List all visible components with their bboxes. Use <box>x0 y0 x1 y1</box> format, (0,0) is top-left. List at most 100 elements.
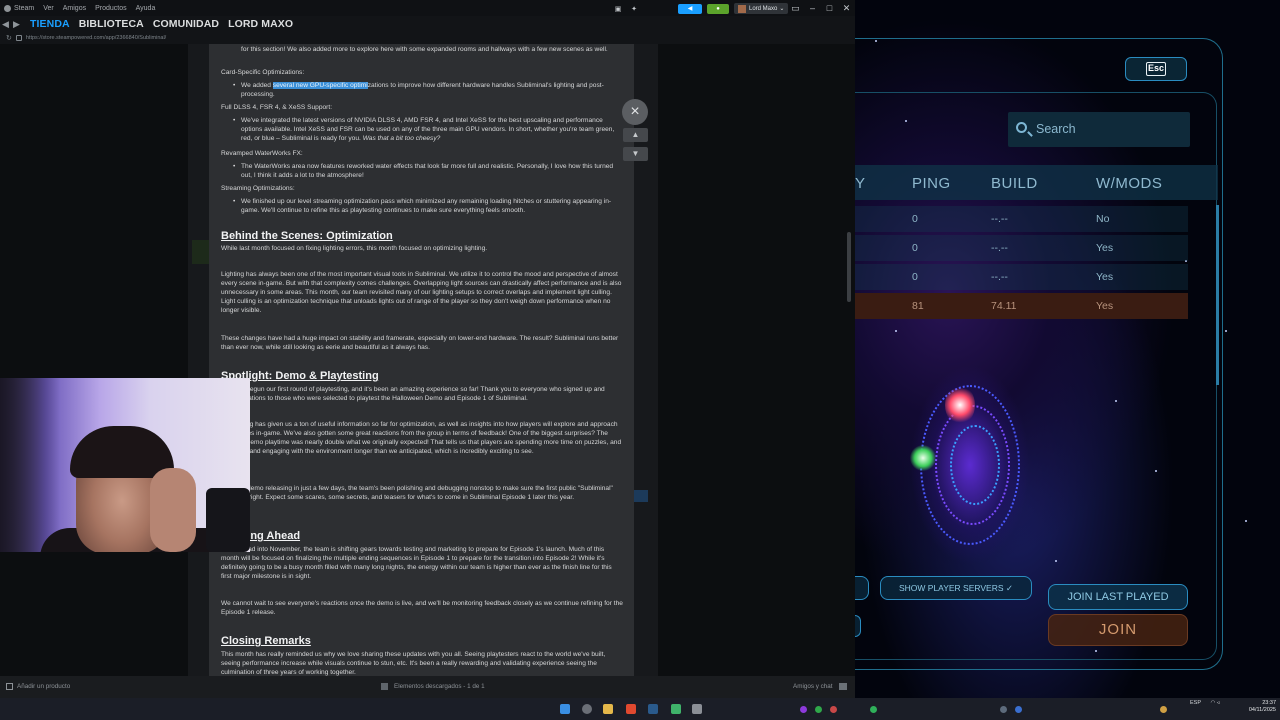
downloads-label: Elementos descargados - 1 de 1 <box>394 683 485 690</box>
forward-arrow-icon[interactable]: ▶ <box>11 19 22 30</box>
checkmark-icon: ✓ <box>1005 583 1014 593</box>
window-controls: ▭ – □ ✕ <box>787 0 855 16</box>
explorer-icon[interactable] <box>603 704 613 714</box>
menu-help[interactable]: Ayuda <box>136 5 156 12</box>
column-header-build[interactable]: BUILD <box>991 175 1038 192</box>
table-row[interactable]: 0 --.-- No <box>855 206 1188 232</box>
previous-article-button[interactable]: ▲ <box>623 128 648 142</box>
webcam-microphone <box>206 488 250 552</box>
tray-app-icon[interactable] <box>1160 706 1167 713</box>
app-taskbar-icon[interactable] <box>692 704 702 714</box>
heading-behind-scenes: Behind the Scenes: Optimization <box>221 230 393 242</box>
menu-friends[interactable]: Amigos <box>63 5 86 12</box>
webcam-person-hand <box>150 468 196 552</box>
volume-icon[interactable]: ◃ <box>1217 700 1220 706</box>
big-picture-icon[interactable]: ✦ <box>630 4 638 14</box>
steam-taskbar-icon[interactable] <box>648 704 658 714</box>
article-paragraph: These changes have had a huge impact on … <box>221 335 619 351</box>
tab-store[interactable]: TIENDA <box>30 18 70 30</box>
minimize-icon[interactable]: – <box>804 3 821 13</box>
back-arrow-icon[interactable]: ◀ <box>0 19 11 30</box>
tray-app-icon[interactable] <box>1000 706 1007 713</box>
monitor-icon[interactable]: ▭ <box>787 3 804 14</box>
table-row[interactable]: 0 --.-- Yes <box>855 235 1188 261</box>
steam-logo-icon <box>4 4 11 12</box>
menu-steam[interactable]: Steam <box>14 5 34 12</box>
section-label-streaming: Streaming Optimizations: <box>221 185 295 192</box>
next-article-button[interactable]: ▼ <box>623 147 648 161</box>
announce-icon[interactable]: ◀ <box>678 3 702 14</box>
keyboard-language[interactable]: ESP ◠ ◃ <box>1190 700 1220 706</box>
column-header-ping[interactable]: PING <box>912 175 951 192</box>
table-row[interactable]: 0 --.-- Yes <box>855 264 1188 290</box>
row-ping: 81 <box>912 300 924 312</box>
menu-view[interactable]: Ver <box>43 5 54 12</box>
friends-chat-button[interactable]: Amigos y chat <box>793 683 847 690</box>
wifi-icon[interactable]: ◠ <box>1210 700 1215 706</box>
close-icon[interactable]: × <box>622 99 648 125</box>
tray-app-icon[interactable] <box>1015 706 1022 713</box>
article-paragraph: Playtesting has given us a ton of useful… <box>221 421 622 455</box>
maximize-icon[interactable]: □ <box>821 3 838 13</box>
italic-aside: Was that a bit too cheesy? <box>362 134 441 142</box>
account-menu[interactable]: Lord Maxo ⌄ <box>734 3 789 14</box>
column-header-partial[interactable]: Y <box>855 175 866 192</box>
app-taskbar-icon[interactable] <box>671 704 681 714</box>
server-search-input[interactable]: Search <box>1008 112 1190 147</box>
list-item-prefix: We added <box>241 82 273 89</box>
system-clock[interactable]: 23:37 04/11/2025 <box>1240 700 1276 714</box>
column-header-mods[interactable]: W/MODS <box>1096 175 1162 192</box>
article-paragraph: With the demo releasing in just a few da… <box>221 485 613 501</box>
esc-button[interactable]: Esc <box>1125 57 1187 81</box>
tab-community[interactable]: COMUNIDAD <box>153 18 219 30</box>
reload-icon[interactable]: ↻ <box>6 34 12 42</box>
tray-app-icon[interactable] <box>815 706 822 713</box>
row-build: --.-- <box>991 242 1008 254</box>
star <box>1225 330 1227 332</box>
tray-app-icon[interactable] <box>870 706 877 713</box>
row-build: --.-- <box>991 213 1008 225</box>
tray-app-icon[interactable] <box>800 706 807 713</box>
download-icon <box>381 683 388 690</box>
article-paragraph: officially begun our first round of play… <box>221 386 605 402</box>
neon-tunnel-art <box>870 345 1050 585</box>
left-partial-button[interactable] <box>855 576 869 600</box>
tab-profile[interactable]: LORD MAXO <box>228 18 293 30</box>
page-scrollbar[interactable] <box>847 232 851 302</box>
start-icon[interactable] <box>560 704 570 714</box>
tray-app-icon[interactable] <box>830 706 837 713</box>
row-mods: Yes <box>1096 271 1114 283</box>
downloads-status[interactable]: Elementos descargados - 1 de 1 <box>381 683 485 690</box>
section-label-water: Revamped WaterWorks FX: <box>221 150 303 157</box>
esc-key-label: Esc <box>1146 62 1166 76</box>
clock-date: 04/11/2025 <box>1248 707 1276 713</box>
url-text[interactable]: https://store.steampowered.com/app/23668… <box>26 35 166 41</box>
add-product-button[interactable]: Añadir un producto <box>6 683 70 690</box>
table-row-selected[interactable]: 81 74.11 Yes <box>855 293 1188 319</box>
menu-products[interactable]: Productos <box>95 5 127 12</box>
server-list-scrollbar[interactable] <box>1216 205 1219 385</box>
article-paragraph: for this section! We also added more to … <box>241 46 608 53</box>
heading-closing: Closing Remarks <box>221 635 311 647</box>
article-paragraph: While last month focused on fixing light… <box>221 245 488 252</box>
left-partial-button[interactable] <box>855 615 861 637</box>
row-ping: 0 <box>912 242 918 254</box>
section-label-card: Card-Specific Optimizations: <box>221 69 305 76</box>
row-mods: Yes <box>1096 242 1114 254</box>
section-label-dlss: Full DLSS 4, FSR 4, & XeSS Support: <box>221 104 333 111</box>
row-build: --.-- <box>991 271 1008 283</box>
notifications-icon[interactable]: ● <box>707 3 729 14</box>
search-taskbar-icon[interactable] <box>582 704 592 714</box>
tab-library[interactable]: BIBLIOTECA <box>79 18 144 30</box>
join-button[interactable]: JOIN <box>1048 614 1188 646</box>
tunnel-red-light <box>945 385 975 425</box>
steam-navbar: ◀ ▶ TIENDA BIBLIOTECA COMUNIDAD LORD MAX… <box>0 16 855 32</box>
close-window-icon[interactable]: ✕ <box>838 3 855 14</box>
account-name: Lord Maxo <box>749 5 778 12</box>
steam-topright-controls: ▣ ✦ ◀ ● Lord Maxo ⌄ <box>614 3 796 14</box>
join-last-played-button[interactable]: JOIN LAST PLAYED <box>1048 584 1188 610</box>
screenshot-icon[interactable]: ▣ <box>614 4 622 14</box>
selected-text: several new GPU-specific optimi <box>272 82 368 89</box>
show-player-servers-toggle[interactable]: SHOW PLAYER SERVERS ✓ <box>880 576 1032 600</box>
brave-icon[interactable] <box>626 704 636 714</box>
